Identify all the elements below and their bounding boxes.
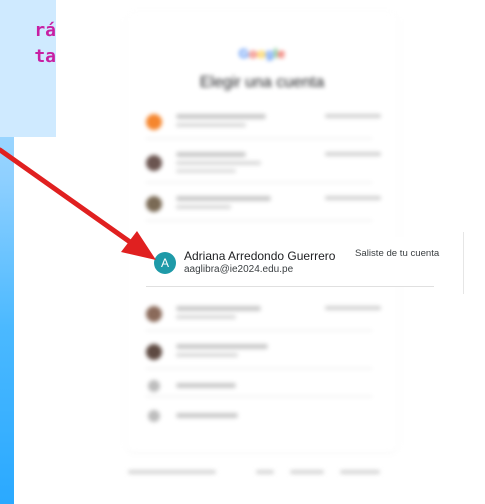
slide-text-card: rá ta [0, 0, 56, 137]
footer-link[interactable] [290, 470, 324, 474]
language-selector[interactable] [128, 470, 216, 474]
brand-letter: e [277, 46, 286, 61]
chooser-footer-blurred [126, 465, 398, 481]
brand-letter: G [238, 46, 250, 61]
google-logo: Google [126, 46, 398, 61]
divider [463, 232, 464, 294]
avatar [146, 344, 162, 360]
remove-icon [148, 410, 160, 422]
divider [146, 330, 372, 331]
account-row-blurred[interactable] [146, 190, 381, 230]
avatar [146, 155, 162, 171]
account-email: aaglibra@ie2024.edu.pe [184, 264, 294, 275]
footer-link[interactable] [256, 470, 274, 474]
avatar [146, 306, 162, 322]
chooser-title: Elegir una cuenta [199, 74, 325, 91]
brand-letter: o [257, 46, 266, 61]
account-chooser-panel: Google Elegir una cuenta [126, 12, 398, 452]
account-row-blurred[interactable] [146, 146, 381, 186]
account-row-highlighted[interactable]: A Adriana Arredondo Guerrero aaglibra@ie… [146, 237, 439, 287]
divider [146, 182, 372, 183]
footer-link[interactable] [340, 470, 380, 474]
person-icon [148, 380, 160, 392]
avatar [146, 114, 162, 130]
avatar [146, 196, 162, 212]
slide-text-line-2: ta [34, 46, 56, 67]
account-name: Adriana Arredondo Guerrero [184, 249, 336, 263]
slide-text-line-1: rá [34, 20, 56, 41]
divider [146, 220, 372, 221]
divider [146, 138, 372, 139]
divider [146, 368, 372, 369]
slide-text: rá ta [0, 18, 56, 70]
brand-letter: o [249, 46, 258, 61]
account-row-blurred[interactable] [146, 300, 381, 340]
brand-letter: g [265, 46, 274, 61]
avatar: A [154, 252, 176, 274]
account-row-blurred[interactable] [146, 108, 381, 148]
account-row-blurred[interactable] [146, 338, 381, 378]
account-status: Saliste de tu cuenta [355, 248, 440, 259]
remove-account-blurred[interactable] [146, 404, 381, 444]
divider [146, 396, 372, 397]
